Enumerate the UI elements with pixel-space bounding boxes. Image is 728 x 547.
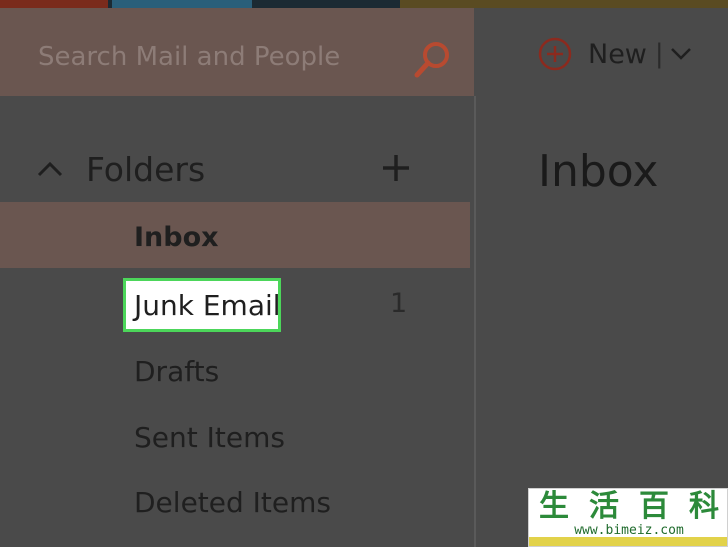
search-bar[interactable]: Search Mail and People	[0, 8, 474, 96]
page-title: Inbox	[538, 146, 659, 197]
junk-email-highlight[interactable]: Junk Email	[123, 278, 281, 332]
folder-label: Sent Items	[134, 421, 285, 454]
plus-circle-icon	[538, 37, 572, 71]
folder-item-drafts[interactable]: Drafts	[0, 338, 470, 404]
watermark-chars: 生 活 百 科	[529, 489, 727, 524]
watermark-char: 科	[689, 489, 719, 524]
watermark-char: 生	[539, 489, 569, 524]
plus-icon[interactable]	[380, 152, 412, 184]
folder-label: Inbox	[134, 222, 219, 253]
watermark-url: www.bimeiz.com	[574, 523, 684, 538]
pane-divider	[474, 96, 476, 547]
watermark-swoosh	[529, 537, 727, 546]
search-input[interactable]: Search Mail and People	[38, 42, 340, 72]
command-bar: New |	[476, 8, 728, 96]
chevron-up-icon[interactable]	[36, 160, 64, 178]
folder-item-deleted-items[interactable]: Deleted Items	[0, 470, 470, 536]
folder-label: Deleted Items	[134, 486, 331, 519]
watermark-char: 百	[639, 489, 669, 524]
toolbar-separator: |	[654, 39, 664, 69]
folders-title[interactable]: Folders	[86, 150, 205, 189]
folder-item-inbox[interactable]: Inbox	[0, 202, 470, 268]
watermark-logo: 生 活 百 科 www.bimeiz.com	[528, 488, 728, 547]
unread-count: 1	[390, 288, 408, 319]
strip-segment	[112, 0, 252, 8]
top-decorative-strip	[0, 0, 728, 8]
new-button-label: New	[588, 38, 647, 70]
folder-label: Drafts	[134, 355, 220, 388]
strip-segment	[0, 0, 108, 8]
strip-segment	[400, 0, 728, 8]
chevron-down-icon[interactable]	[670, 45, 692, 63]
folder-label: Junk Email	[134, 289, 281, 322]
folders-header: Folders	[0, 140, 474, 200]
search-icon[interactable]	[410, 38, 454, 82]
folder-item-sent-items[interactable]: Sent Items	[0, 404, 470, 470]
watermark-char: 活	[589, 489, 619, 524]
new-button[interactable]: New |	[538, 34, 692, 74]
